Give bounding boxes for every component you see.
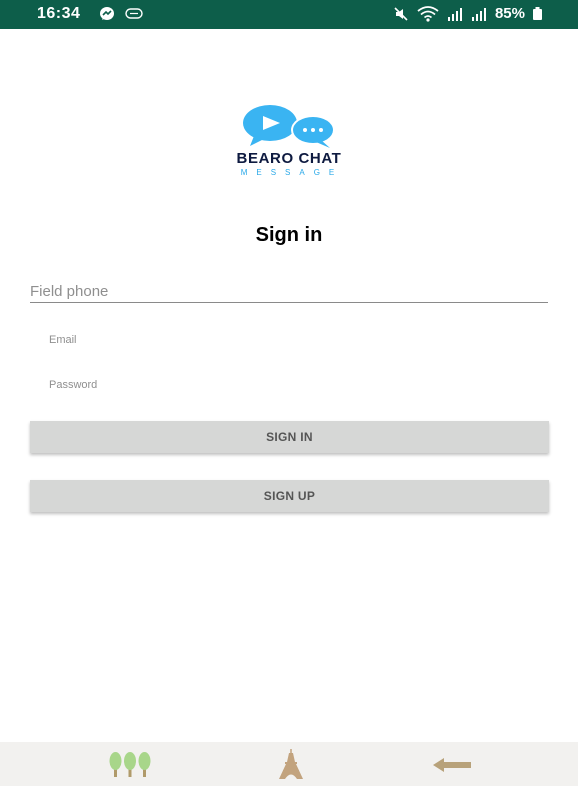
battery-icon	[533, 7, 542, 20]
messenger-icon	[100, 7, 114, 20]
signal-icon	[447, 7, 462, 21]
logo-tagline: MESSAGE	[240, 168, 344, 177]
chat-bubble-icon	[125, 8, 143, 19]
app-logo: BEARO CHAT MESSAGE	[208, 104, 370, 178]
status-right-icons: 85%	[393, 5, 542, 22]
status-time: 16:34	[37, 5, 81, 22]
password-field[interactable]	[49, 376, 529, 394]
wifi-icon	[417, 5, 439, 22]
mute-icon	[394, 6, 408, 21]
chat-bubbles-logo-icon	[243, 105, 335, 148]
phone-field[interactable]	[30, 280, 548, 303]
trees-icon[interactable]	[107, 750, 153, 778]
signal-icon	[471, 7, 486, 21]
page-title: Sign in	[255, 224, 323, 246]
sign-up-button[interactable]: SIGN UP	[30, 480, 549, 512]
back-arrow-icon[interactable]	[432, 756, 472, 774]
logo-name: BEARO CHAT	[236, 150, 342, 167]
status-bar: 16:34 85%	[0, 0, 578, 29]
email-field[interactable]	[49, 331, 529, 349]
eiffel-tower-icon[interactable]	[275, 748, 307, 780]
bottom-nav	[0, 742, 578, 786]
battery-percentage: 85%	[494, 5, 525, 22]
status-left-icons	[99, 6, 143, 22]
sign-in-button[interactable]: SIGN IN	[30, 421, 549, 453]
